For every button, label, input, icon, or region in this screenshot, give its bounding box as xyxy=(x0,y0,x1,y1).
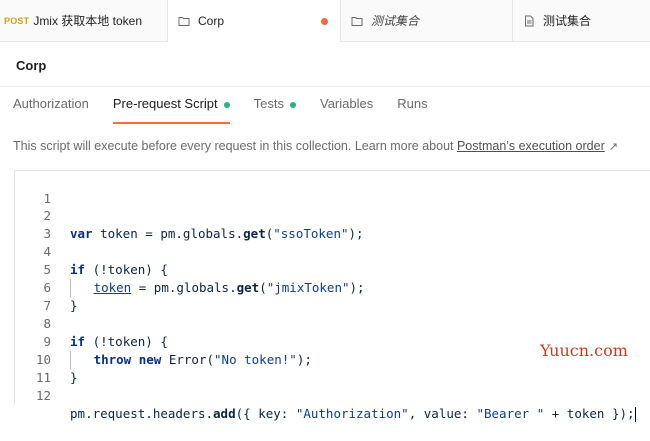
tab-runs[interactable]: Runs xyxy=(397,96,427,124)
tab-tests[interactable]: Tests xyxy=(254,96,296,124)
tab-test-collection-doc[interactable]: 测试集合 xyxy=(513,0,650,41)
tab-label: Pre-request Script xyxy=(112,96,218,111)
code-line: 2 var token = pm.globals.get("ssoToken")… xyxy=(15,189,650,241)
tab-label: 测试集合 xyxy=(371,14,420,28)
code-line: 7 xyxy=(15,279,650,313)
code-text: pm.request.headers.add({ key: "Authoriza… xyxy=(70,406,636,422)
tab-authorization[interactable]: Authorization xyxy=(13,96,89,124)
divider xyxy=(0,86,650,87)
tab-bar: POST Jmix 获取本地 token Corp 测试集合 测试集合 xyxy=(0,0,650,42)
tab-label: Jmix 获取本地 token xyxy=(33,14,142,28)
tab-label: Variables xyxy=(320,96,374,111)
status-dot xyxy=(223,102,230,108)
description-text: This script will execute before every re… xyxy=(13,139,457,153)
page-title: Corp xyxy=(16,58,47,73)
code-line: 12 pm.request.headers.add({ key: "Author… xyxy=(15,369,650,422)
tab-corp[interactable]: Corp xyxy=(168,0,341,42)
code-line: 5 token = pm.globals.get("jmixToken"); xyxy=(15,243,650,297)
code-line: 3 xyxy=(15,207,650,241)
line-number: 12 xyxy=(35,388,51,403)
unsaved-dot xyxy=(321,17,328,25)
script-editor[interactable]: 1 2 var token = pm.globals.get("ssoToken… xyxy=(14,170,650,422)
code-line: 9 throw new Error("No token!"); xyxy=(15,315,650,369)
code-line: 1 xyxy=(15,172,650,206)
script-description: This script will execute before every re… xyxy=(13,139,618,153)
collection-icon xyxy=(351,16,363,26)
tab-variables[interactable]: Variables xyxy=(320,96,373,124)
method-badge: POST xyxy=(4,15,30,26)
tab-label: Tests xyxy=(253,96,284,111)
tab-test-collection-preview[interactable]: 测试集合 xyxy=(341,0,513,41)
tab-label: Corp xyxy=(198,14,225,28)
code-line: 6 } xyxy=(15,261,650,313)
tab-label: 测试集合 xyxy=(543,14,592,28)
collection-icon xyxy=(178,17,190,26)
text-cursor xyxy=(634,407,636,422)
sub-tabs: Authorization Pre-request Script Tests V… xyxy=(13,96,452,124)
tab-label: Authorization xyxy=(13,96,89,111)
tab-pre-request-script[interactable]: Pre-request Script xyxy=(112,96,230,124)
external-link-icon[interactable]: ↗ xyxy=(609,141,618,153)
tab-jmix-token[interactable]: POST Jmix 获取本地 token xyxy=(0,0,168,41)
watermark: Yuucn.com xyxy=(540,341,628,360)
document-icon xyxy=(525,15,534,26)
tab-label: Runs xyxy=(397,96,428,111)
status-dot xyxy=(290,102,296,108)
execution-order-link[interactable]: Postman’s execution order xyxy=(457,139,605,153)
code-line: 4 if (!token) { xyxy=(15,225,650,277)
code-line: 8 if (!token) { xyxy=(15,297,650,349)
